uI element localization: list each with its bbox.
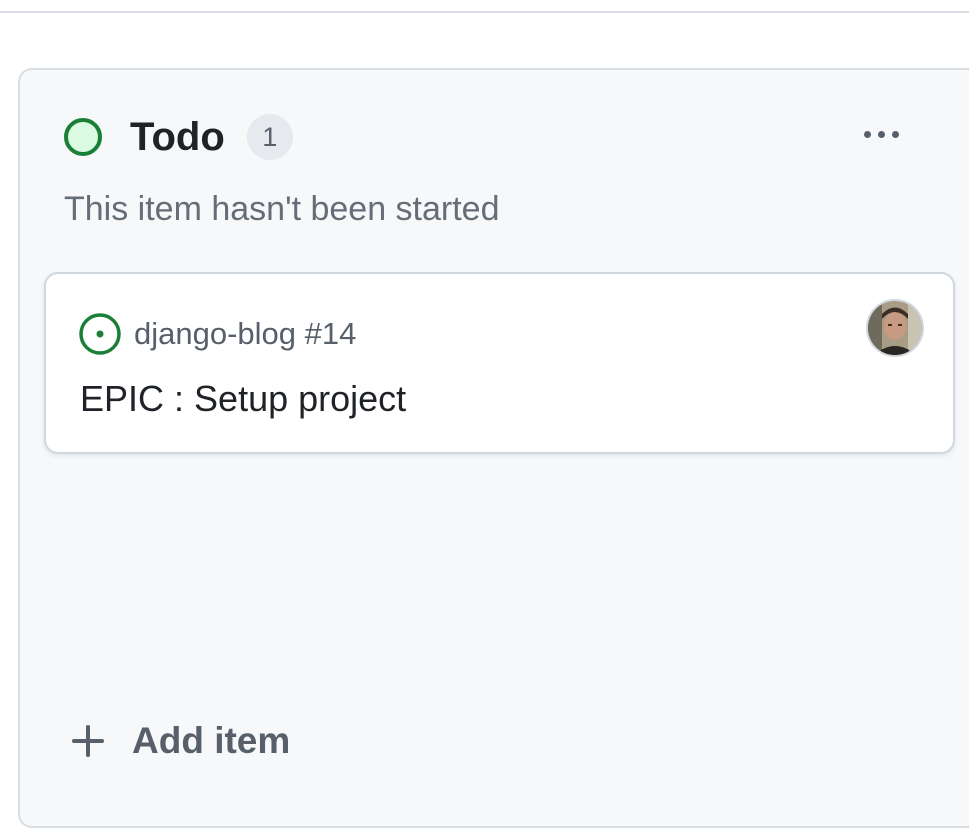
item-count-badge: 1 (246, 114, 293, 160)
board-column-todo: Todo 1 This item hasn't been started dja… (18, 68, 969, 828)
issue-title[interactable]: EPIC : Setup project (80, 378, 406, 420)
column-title: Todo (130, 115, 225, 159)
assignee-avatar[interactable] (866, 299, 924, 357)
issue-card[interactable]: django-blog #14 EPIC : Setup project (44, 272, 955, 454)
status-circle-icon (64, 118, 102, 156)
issue-opened-icon (79, 313, 121, 355)
column-header: Todo 1 (64, 114, 293, 160)
column-menu-button[interactable] (846, 114, 916, 154)
add-item-button[interactable]: Add item (68, 720, 290, 762)
add-item-label: Add item (132, 720, 291, 761)
card-meta: django-blog #14 (78, 312, 356, 356)
kebab-dot (891, 130, 899, 138)
issue-repo-reference[interactable]: django-blog #14 (134, 316, 356, 352)
kebab-dot (877, 130, 885, 138)
avatar-image (868, 301, 922, 355)
plus-icon (72, 725, 104, 757)
kebab-horizontal-icon (863, 130, 871, 138)
column-description: This item hasn't been started (64, 190, 500, 228)
top-toolbar-strip (0, 0, 969, 13)
